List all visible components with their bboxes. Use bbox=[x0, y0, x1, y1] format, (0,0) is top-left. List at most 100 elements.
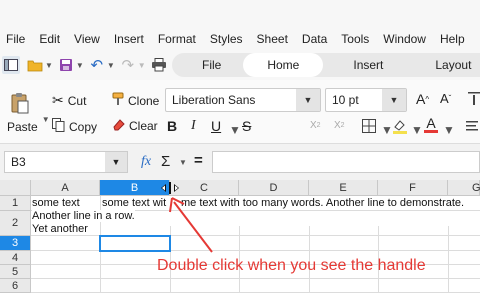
quick-access-toolbar: ▼ ▼ ↶ ▼ ↷ ▼ bbox=[2, 56, 168, 74]
column-header[interactable]: A bbox=[31, 180, 100, 196]
name-box-value: B3 bbox=[11, 155, 26, 169]
spreadsheet-grid: A B C D E F G 1 2 3 4 5 6 some text some… bbox=[0, 180, 480, 293]
align-icon[interactable] bbox=[468, 92, 480, 106]
menu-help[interactable]: Help bbox=[440, 32, 465, 46]
menu-window[interactable]: Window bbox=[383, 32, 426, 46]
superscript-icon[interactable]: X2 bbox=[334, 120, 345, 131]
copy-icon bbox=[52, 118, 65, 135]
row-header[interactable]: 2 bbox=[0, 211, 31, 236]
cut-button[interactable]: ✂ Cut bbox=[52, 92, 86, 109]
chevron-down-icon[interactable]: ▼ bbox=[76, 61, 84, 70]
print-icon[interactable] bbox=[150, 56, 168, 74]
ribbon-tabs: File Home Insert Layout bbox=[172, 53, 480, 77]
menu-format[interactable]: Format bbox=[158, 32, 196, 46]
menu-edit[interactable]: Edit bbox=[39, 32, 60, 46]
clone-label: Clone bbox=[128, 93, 160, 108]
function-wizard-icon[interactable]: fx bbox=[141, 154, 151, 170]
menu-styles[interactable]: Styles bbox=[210, 32, 243, 46]
annotation-arrow-icon bbox=[169, 197, 213, 253]
redo-icon[interactable]: ↷ bbox=[119, 56, 137, 74]
tab-insert[interactable]: Insert bbox=[323, 53, 405, 77]
column-header[interactable]: F bbox=[378, 180, 448, 196]
gridline bbox=[31, 278, 480, 279]
copy-label: Copy bbox=[69, 119, 98, 134]
column-resize-handle-icon[interactable] bbox=[160, 182, 180, 194]
chevron-down-icon[interactable]: ▼ bbox=[42, 115, 50, 124]
chevron-down-icon[interactable]: ▼ bbox=[107, 61, 115, 70]
paintbrush-icon bbox=[112, 92, 124, 109]
column-header[interactable]: C bbox=[170, 180, 239, 196]
paste-button[interactable]: Paste ▼ bbox=[7, 115, 54, 135]
name-box[interactable]: B3 ▼ bbox=[4, 151, 128, 173]
save-icon[interactable] bbox=[57, 56, 75, 74]
paste-label: Paste bbox=[7, 120, 38, 134]
highlight-icon[interactable] bbox=[392, 118, 408, 134]
annotation-text: Double click when you see the handle bbox=[157, 257, 426, 274]
menu-tools[interactable]: Tools bbox=[341, 32, 369, 46]
sidebar-toggle-icon[interactable] bbox=[2, 56, 20, 74]
row-header[interactable]: 5 bbox=[0, 265, 31, 279]
scissors-icon: ✂ bbox=[52, 92, 64, 108]
tab-home[interactable]: Home bbox=[243, 53, 324, 77]
menu-data[interactable]: Data bbox=[302, 32, 327, 46]
copy-button[interactable]: Copy bbox=[52, 118, 97, 135]
chevron-down-icon[interactable]: ▼ bbox=[411, 123, 423, 137]
borders-icon[interactable] bbox=[362, 119, 376, 133]
strikethrough-icon[interactable]: S bbox=[242, 118, 251, 134]
paste-icon[interactable] bbox=[10, 92, 30, 114]
grow-font-icon[interactable]: A ^ bbox=[416, 91, 429, 107]
column-header[interactable]: G bbox=[448, 180, 480, 196]
font-size-box[interactable]: 10 pt ▼ bbox=[325, 88, 407, 112]
select-all-corner[interactable] bbox=[0, 180, 31, 196]
row-header-selected[interactable]: 3 bbox=[0, 236, 31, 251]
gridline bbox=[448, 226, 449, 293]
cell-a2-line2[interactable]: Yet another bbox=[32, 223, 88, 235]
formula-input[interactable] bbox=[212, 151, 480, 173]
column-header[interactable]: E bbox=[309, 180, 378, 196]
underline-icon[interactable]: U bbox=[211, 118, 221, 134]
menu-insert[interactable]: Insert bbox=[114, 32, 144, 46]
formula-bar: B3 ▼ fx Σ ▼ = bbox=[0, 146, 480, 178]
cell-a1[interactable]: some text bbox=[32, 197, 80, 209]
ribbon-home: Paste ▼ ✂ Cut Copy Clone Clear Liberatio… bbox=[0, 80, 480, 144]
chevron-down-icon[interactable]: ▼ bbox=[229, 123, 241, 137]
tab-file[interactable]: File bbox=[172, 53, 243, 77]
clear-button[interactable]: Clear bbox=[112, 118, 158, 134]
menu-view[interactable]: View bbox=[74, 32, 100, 46]
chevron-down-icon[interactable]: ▼ bbox=[45, 61, 53, 70]
clear-label: Clear bbox=[129, 119, 158, 133]
row-header[interactable]: 4 bbox=[0, 251, 31, 265]
clone-button[interactable]: Clone bbox=[112, 92, 159, 109]
formula-equals-icon[interactable]: = bbox=[194, 152, 203, 169]
menu-bar: File Edit View Insert Format Styles Shee… bbox=[0, 28, 480, 50]
chevron-down-icon[interactable]: ▼ bbox=[179, 158, 187, 167]
cell-c1[interactable]: me text with too many words. Another lin… bbox=[181, 197, 464, 209]
cut-label: Cut bbox=[67, 93, 87, 108]
font-size-value: 10 pt bbox=[332, 93, 359, 107]
row-header[interactable]: 6 bbox=[0, 279, 31, 293]
row-header[interactable]: 1 bbox=[0, 196, 31, 211]
chevron-down-icon[interactable]: ▼ bbox=[443, 123, 455, 137]
open-folder-icon[interactable] bbox=[26, 56, 44, 74]
undo-icon[interactable]: ↶ bbox=[88, 56, 106, 74]
italic-icon[interactable]: I bbox=[191, 118, 196, 134]
chevron-down-icon[interactable]: ▼ bbox=[138, 61, 146, 70]
tab-row: ▼ ▼ ↶ ▼ ↷ ▼ File Home Insert Layout bbox=[0, 50, 480, 80]
subscript-icon[interactable]: X2 bbox=[310, 120, 321, 131]
wrap-text-icon[interactable] bbox=[466, 119, 478, 133]
cell-b1[interactable]: some text wit bbox=[102, 197, 169, 209]
chevron-down-icon[interactable]: ▼ bbox=[296, 89, 320, 111]
menu-file[interactable]: File bbox=[6, 32, 25, 46]
sum-icon[interactable]: Σ bbox=[161, 153, 170, 170]
bold-icon[interactable]: B bbox=[167, 118, 177, 134]
column-header[interactable]: D bbox=[239, 180, 309, 196]
menu-sheet[interactable]: Sheet bbox=[257, 32, 288, 46]
tab-layout[interactable]: Layout bbox=[405, 53, 480, 77]
shrink-font-icon[interactable]: Aˇ bbox=[440, 91, 451, 106]
eraser-icon bbox=[112, 118, 125, 134]
font-color-icon[interactable]: A bbox=[424, 116, 438, 133]
cell-a2-line1[interactable]: Another line in a row. bbox=[32, 210, 135, 222]
chevron-down-icon[interactable]: ▼ bbox=[382, 89, 406, 111]
chevron-down-icon[interactable]: ▼ bbox=[105, 152, 127, 172]
font-name-box[interactable]: Liberation Sans ▼ bbox=[165, 88, 321, 112]
